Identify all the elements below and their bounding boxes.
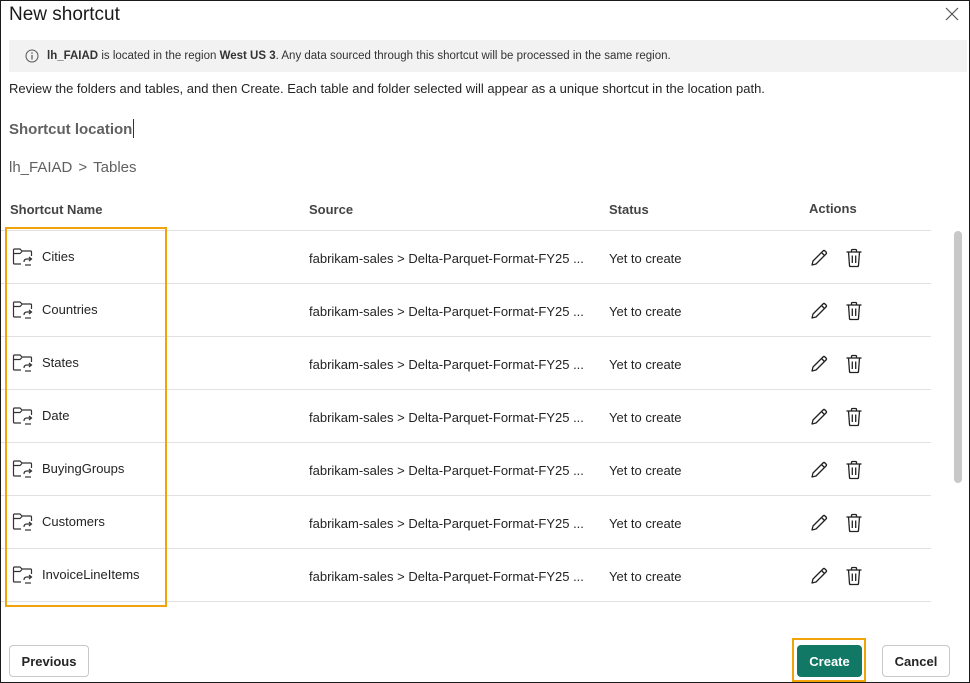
folder-shortcut-icon bbox=[12, 513, 33, 531]
table-row: Customers fabrikam-sales > Delta-Parquet… bbox=[1, 496, 931, 549]
column-header-source: Source bbox=[309, 202, 354, 217]
trash-icon[interactable] bbox=[845, 248, 863, 268]
pencil-icon[interactable] bbox=[809, 354, 829, 374]
shortcut-name: InvoiceLineItems bbox=[42, 567, 140, 582]
folder-shortcut-icon bbox=[12, 460, 33, 478]
pencil-icon[interactable] bbox=[809, 566, 829, 586]
shortcut-source: fabrikam-sales > Delta-Parquet-Format-FY… bbox=[309, 251, 584, 266]
table-header: Shortcut Name Source Status Actions bbox=[1, 195, 931, 231]
shortcut-source: fabrikam-sales > Delta-Parquet-Format-FY… bbox=[309, 463, 584, 478]
shortcut-status: Yet to create bbox=[609, 410, 682, 425]
shortcut-status: Yet to create bbox=[609, 251, 682, 266]
table-row: Date fabrikam-sales > Delta-Parquet-Form… bbox=[1, 390, 931, 443]
shortcut-source: fabrikam-sales > Delta-Parquet-Format-FY… bbox=[309, 569, 584, 584]
region-info-bar: lh_FAIAD is located in the region West U… bbox=[9, 40, 967, 72]
dialog-title: New shortcut bbox=[9, 4, 120, 25]
shortcuts-table: Shortcut Name Source Status Actions Citi… bbox=[1, 195, 931, 602]
create-button[interactable]: Create bbox=[797, 645, 862, 677]
column-header-status: Status bbox=[609, 202, 649, 217]
shortcut-source: fabrikam-sales > Delta-Parquet-Format-FY… bbox=[309, 357, 584, 372]
breadcrumb-item[interactable]: lh_FAIAD bbox=[9, 159, 72, 176]
close-icon[interactable] bbox=[943, 5, 961, 23]
new-shortcut-dialog: New shortcut lh_FAIAD is located in the … bbox=[0, 0, 970, 683]
table-row: Countries fabrikam-sales > Delta-Parquet… bbox=[1, 284, 931, 337]
region-name: West US 3 bbox=[219, 50, 276, 62]
shortcut-name: Date bbox=[42, 408, 70, 423]
folder-shortcut-icon bbox=[12, 566, 33, 584]
table-row: States fabrikam-sales > Delta-Parquet-Fo… bbox=[1, 337, 931, 390]
table-row: BuyingGroups fabrikam-sales > Delta-Parq… bbox=[1, 443, 931, 496]
cancel-button[interactable]: Cancel bbox=[882, 645, 950, 677]
trash-icon[interactable] bbox=[845, 513, 863, 533]
review-instructions: Review the folders and tables, and then … bbox=[9, 81, 765, 96]
pencil-icon[interactable] bbox=[809, 460, 829, 480]
trash-icon[interactable] bbox=[845, 407, 863, 427]
info-text-part1: is located in the region bbox=[98, 50, 220, 62]
info-text: lh_FAIAD is located in the region West U… bbox=[47, 50, 671, 62]
breadcrumb: lh_FAIAD > Tables bbox=[9, 159, 137, 176]
shortcut-name: Cities bbox=[42, 249, 75, 264]
breadcrumb-separator: > bbox=[78, 159, 88, 176]
column-header-shortcut-name: Shortcut Name bbox=[10, 202, 103, 217]
lakehouse-name: lh_FAIAD bbox=[47, 50, 99, 62]
trash-icon[interactable] bbox=[845, 354, 863, 374]
pencil-icon[interactable] bbox=[809, 513, 829, 533]
shortcut-source: fabrikam-sales > Delta-Parquet-Format-FY… bbox=[309, 410, 584, 425]
breadcrumb-item[interactable]: Tables bbox=[93, 159, 136, 176]
pencil-icon[interactable] bbox=[809, 248, 829, 268]
shortcut-source: fabrikam-sales > Delta-Parquet-Format-FY… bbox=[309, 516, 584, 531]
info-text-part2: . Any data sourced through this shortcut… bbox=[275, 50, 671, 62]
trash-icon[interactable] bbox=[845, 301, 863, 321]
table-row: Cities fabrikam-sales > Delta-Parquet-Fo… bbox=[1, 231, 931, 284]
shortcut-status: Yet to create bbox=[609, 463, 682, 478]
pencil-icon[interactable] bbox=[809, 407, 829, 427]
shortcut-name: Customers bbox=[42, 514, 105, 529]
shortcut-status: Yet to create bbox=[609, 516, 682, 531]
shortcut-status: Yet to create bbox=[609, 357, 682, 372]
table-row: InvoiceLineItems fabrikam-sales > Delta-… bbox=[1, 549, 931, 602]
shortcut-name: States bbox=[42, 355, 79, 370]
shortcut-name: BuyingGroups bbox=[42, 461, 125, 476]
folder-shortcut-icon bbox=[12, 407, 33, 425]
trash-icon[interactable] bbox=[845, 566, 863, 586]
shortcut-name: Countries bbox=[42, 302, 98, 317]
shortcut-status: Yet to create bbox=[609, 304, 682, 319]
previous-button[interactable]: Previous bbox=[9, 645, 89, 677]
shortcut-status: Yet to create bbox=[609, 569, 682, 584]
shortcut-location-heading: Shortcut location bbox=[9, 119, 135, 138]
folder-shortcut-icon bbox=[12, 354, 33, 372]
info-icon bbox=[25, 49, 39, 63]
folder-shortcut-icon bbox=[12, 301, 33, 319]
table-scrollbar[interactable] bbox=[954, 231, 962, 483]
folder-shortcut-icon bbox=[12, 248, 33, 266]
trash-icon[interactable] bbox=[845, 460, 863, 480]
pencil-icon[interactable] bbox=[809, 301, 829, 321]
shortcut-source: fabrikam-sales > Delta-Parquet-Format-FY… bbox=[309, 304, 584, 319]
column-header-actions: Actions bbox=[809, 201, 857, 216]
